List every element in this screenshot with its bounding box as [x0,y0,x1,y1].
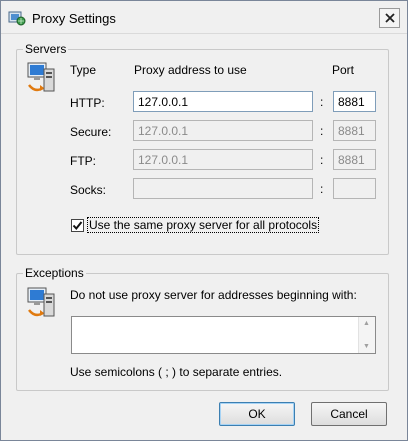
exceptions-legend: Exceptions [23,266,86,280]
checkmark-icon [72,221,83,231]
cancel-button[interactable]: Cancel [311,402,387,426]
ok-button[interactable]: OK [219,402,295,426]
ftp-port-input[interactable]: 8881 [333,149,376,170]
secure-port-input[interactable]: 8881 [333,120,376,141]
exceptions-scrollbar[interactable]: ▲ ▼ [358,317,375,353]
ftp-colon: : [320,153,324,167]
port-column-header: Port [332,63,355,77]
ftp-address-input[interactable]: 127.0.0.1 [133,149,313,170]
socks-label: Socks: [70,183,107,197]
address-column-header: Proxy address to use [134,63,247,77]
secure-address-input[interactable]: 127.0.0.1 [133,120,313,141]
secure-colon: : [320,124,324,138]
socks-port-input[interactable] [333,178,376,199]
exceptions-hint: Use semicolons ( ; ) to separate entries… [70,365,283,379]
title-bar[interactable]: Proxy Settings [1,1,407,34]
secure-label: Secure: [70,125,112,139]
servers-legend: Servers [23,42,69,56]
http-colon: : [320,95,324,109]
scroll-down-arrow-icon[interactable]: ▼ [363,343,370,350]
exceptions-textarea[interactable]: ▲ ▼ [71,316,376,354]
http-port-input[interactable]: 8881 [333,91,376,112]
close-button[interactable] [379,8,400,28]
network-computer-icon [25,61,59,95]
proxy-globe-icon [8,10,26,26]
type-column-header: Type [70,63,97,77]
close-x-icon [384,13,395,23]
window-title: Proxy Settings [32,11,116,26]
same-proxy-checkbox[interactable] [71,219,84,232]
network-computer-icon [25,286,59,320]
http-address-input[interactable]: 127.0.0.1 [133,91,313,112]
proxy-settings-dialog: Proxy Settings Servers Type Proxy addres… [0,0,408,441]
socks-colon: : [320,182,324,196]
http-label: HTTP: [70,96,105,110]
socks-address-input[interactable] [133,178,313,199]
exceptions-description: Do not use proxy server for addresses be… [70,288,357,302]
scroll-up-arrow-icon[interactable]: ▲ [363,320,370,327]
same-proxy-label[interactable]: Use the same proxy server for all protoc… [86,217,320,233]
ftp-label: FTP: [70,154,96,168]
